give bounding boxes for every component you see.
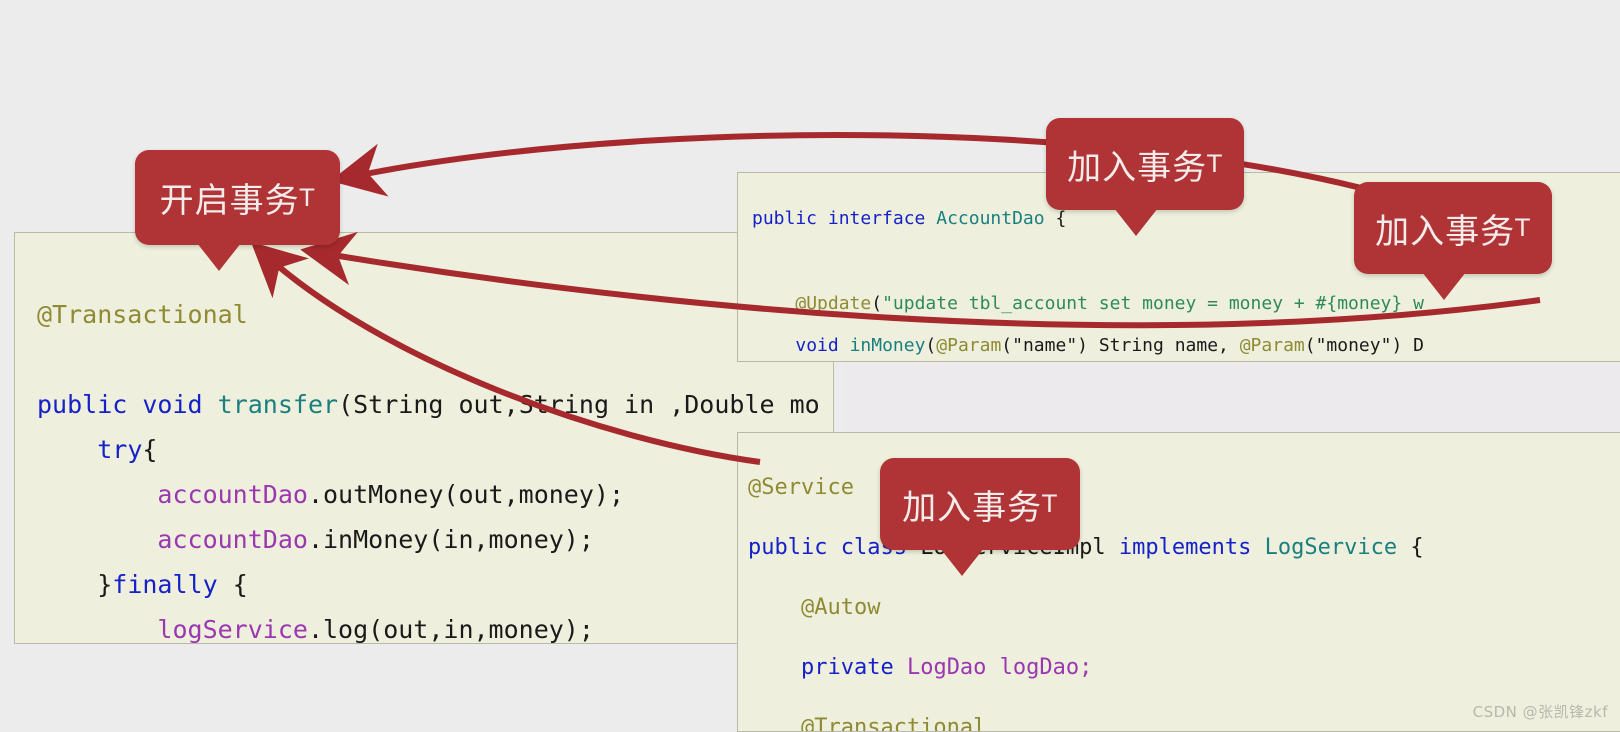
code-token-sql-inmoney: "update tbl_account set money = money + … [882, 293, 1424, 314]
background-panel-far-right [1540, 362, 1620, 432]
callout-join-transaction-dao-right[interactable]: 加入事务 T [1354, 182, 1552, 300]
code-token-annotation-update-1: @Update [795, 293, 872, 314]
code-token-private: private [800, 655, 894, 680]
callout-3-tail [1422, 272, 1466, 300]
callout-4-tail [940, 548, 984, 576]
code-token-interface-name-accountdao: AccountDao [936, 208, 1045, 229]
code-token-annotation-param-2: @Param [1239, 335, 1305, 356]
code-token-void: void [142, 390, 203, 419]
code-line-dao-3: void inMoney(@Param("name") String name,… [752, 335, 1620, 356]
code-token-field-accountdao-1: accountDao [157, 480, 308, 509]
callout-4-suffix: T [1042, 490, 1058, 518]
code-token-annotation-service: @Service [748, 475, 854, 500]
code-line-log-4: private LogDao logDao; [748, 653, 1620, 683]
callout-2-label: 加入事务 [1067, 147, 1208, 188]
csdn-watermark: CSDN @张凯锋zkf [1472, 703, 1608, 721]
callout-1-tail [197, 243, 241, 271]
callout-join-transaction-logservice[interactable]: 加入事务 T [880, 458, 1080, 576]
code-token-update-open-1: ( [871, 293, 883, 314]
callout-3-suffix: T [1515, 214, 1531, 242]
code-token-implements: implements [1118, 535, 1252, 560]
code-token-try-brace: { [142, 435, 158, 464]
code-token-annotation-autowired: @Autow [800, 595, 881, 620]
code-token-outmoney-call: .outMoney(out,money); [307, 480, 625, 509]
code-token-dao-open-brace: { [1044, 208, 1067, 229]
code-token-annotation-param-1: @Param [936, 335, 1002, 356]
code-token-method-transfer: transfer [217, 390, 339, 419]
callout-4-label: 加入事务 [902, 487, 1043, 528]
callout-join-transaction-dao-top[interactable]: 加入事务 T [1046, 118, 1244, 236]
code-token-try: try [97, 435, 143, 464]
code-block-log-service-impl: @Service public class LogServiceImpl imp… [737, 432, 1620, 732]
code-token-finally-brace: { [232, 570, 248, 599]
code-token-void-1: void [795, 335, 839, 356]
code-token-log-call: .log(out,in,money); [307, 615, 594, 644]
code-token-method-inmoney: inMoney [849, 335, 926, 356]
code-token-public-interface: public interface [752, 208, 926, 229]
code-token-public: public [37, 390, 128, 419]
code-token-annotation-transactional: @Transactional [37, 300, 248, 329]
background-panel-right [845, 360, 1620, 440]
code-block-account-service: @Transactional public void transfer(Stri… [14, 232, 834, 644]
code-token-field-accountdao-2: accountDao [157, 525, 308, 554]
code-token-class-open-brace: { [1410, 535, 1424, 560]
code-line-dao-2: @Update("update tbl_account set money = … [752, 293, 1620, 314]
callout-1-label: 开启事务 [159, 181, 300, 221]
code-token-inmoney-open: ( [925, 335, 937, 356]
code-line-log-3: @Autow [748, 593, 1620, 623]
code-token-finally: finally [112, 570, 218, 599]
code-token-param-money-1: ("money") D [1304, 335, 1424, 356]
code-token-close-brace-try: } [97, 570, 113, 599]
callout-2-tail [1114, 208, 1158, 236]
code-line-log-2: public class LogServiceImpl implements L… [748, 533, 1620, 563]
code-token-interface-logservice: LogService [1264, 535, 1398, 560]
callout-1-suffix: T [299, 183, 316, 212]
callout-2-suffix: T [1207, 150, 1223, 178]
code-token-param-name-1: ("name") String name, [1001, 335, 1240, 356]
code-token-annotation-transactional-log: @Transactional [800, 715, 987, 732]
diagram-canvas: @Transactional public void transfer(Stri… [0, 0, 1620, 732]
code-token-field-logdao-decl: LogDao logDao; [906, 655, 1093, 680]
code-token-inmoney-call: .inMoney(in,money); [307, 525, 594, 554]
callout-start-transaction[interactable]: 开启事务 T [135, 150, 340, 271]
code-token-transfer-params: (String out,String in ,Double mo [338, 390, 820, 419]
callout-3-label: 加入事务 [1375, 211, 1516, 252]
code-token-field-logservice: logService [157, 615, 308, 644]
code-line-log-1: @Service [748, 473, 1620, 503]
